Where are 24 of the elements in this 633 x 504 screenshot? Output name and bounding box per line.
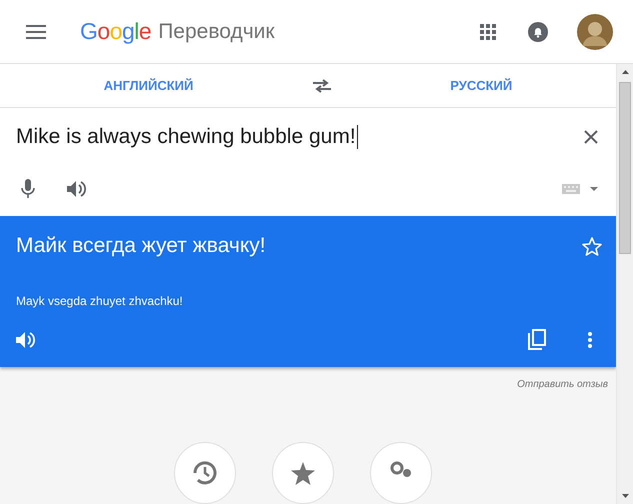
speaker-icon[interactable] — [16, 330, 36, 348]
transliteration-text: Mayk vsegda zhuyet zhvachku! — [16, 294, 184, 308]
logo[interactable]: Google — [80, 18, 152, 45]
more-icon[interactable] — [588, 332, 592, 348]
menu-icon[interactable] — [26, 24, 46, 38]
target-language-tab[interactable]: РУССКИЙ — [442, 74, 520, 97]
scroll-up-icon[interactable] — [622, 70, 628, 74]
copy-icon[interactable] — [528, 329, 546, 350]
source-language-tab[interactable]: АНГЛИЙСКИЙ — [96, 74, 202, 97]
speaker-icon[interactable] — [67, 180, 87, 198]
microphone-icon[interactable] — [21, 179, 35, 199]
close-icon[interactable] — [584, 130, 598, 144]
source-text-field[interactable]: Mike is always chewing bubble gum! — [16, 125, 358, 150]
bell-icon[interactable] — [528, 22, 548, 42]
feedback-link[interactable]: Отправить отзыв — [517, 379, 608, 390]
swap-icon[interactable] — [312, 78, 331, 92]
caret-icon[interactable] — [590, 187, 598, 191]
app-title: Переводчик — [158, 20, 275, 44]
scrollbar[interactable] — [616, 64, 633, 504]
apps-icon[interactable] — [480, 24, 496, 40]
scroll-down-icon[interactable] — [622, 494, 628, 498]
translated-text: Майк всегда жует жвачку! — [16, 234, 266, 258]
avatar-icon[interactable] — [577, 14, 613, 50]
star-icon[interactable] — [582, 236, 602, 256]
